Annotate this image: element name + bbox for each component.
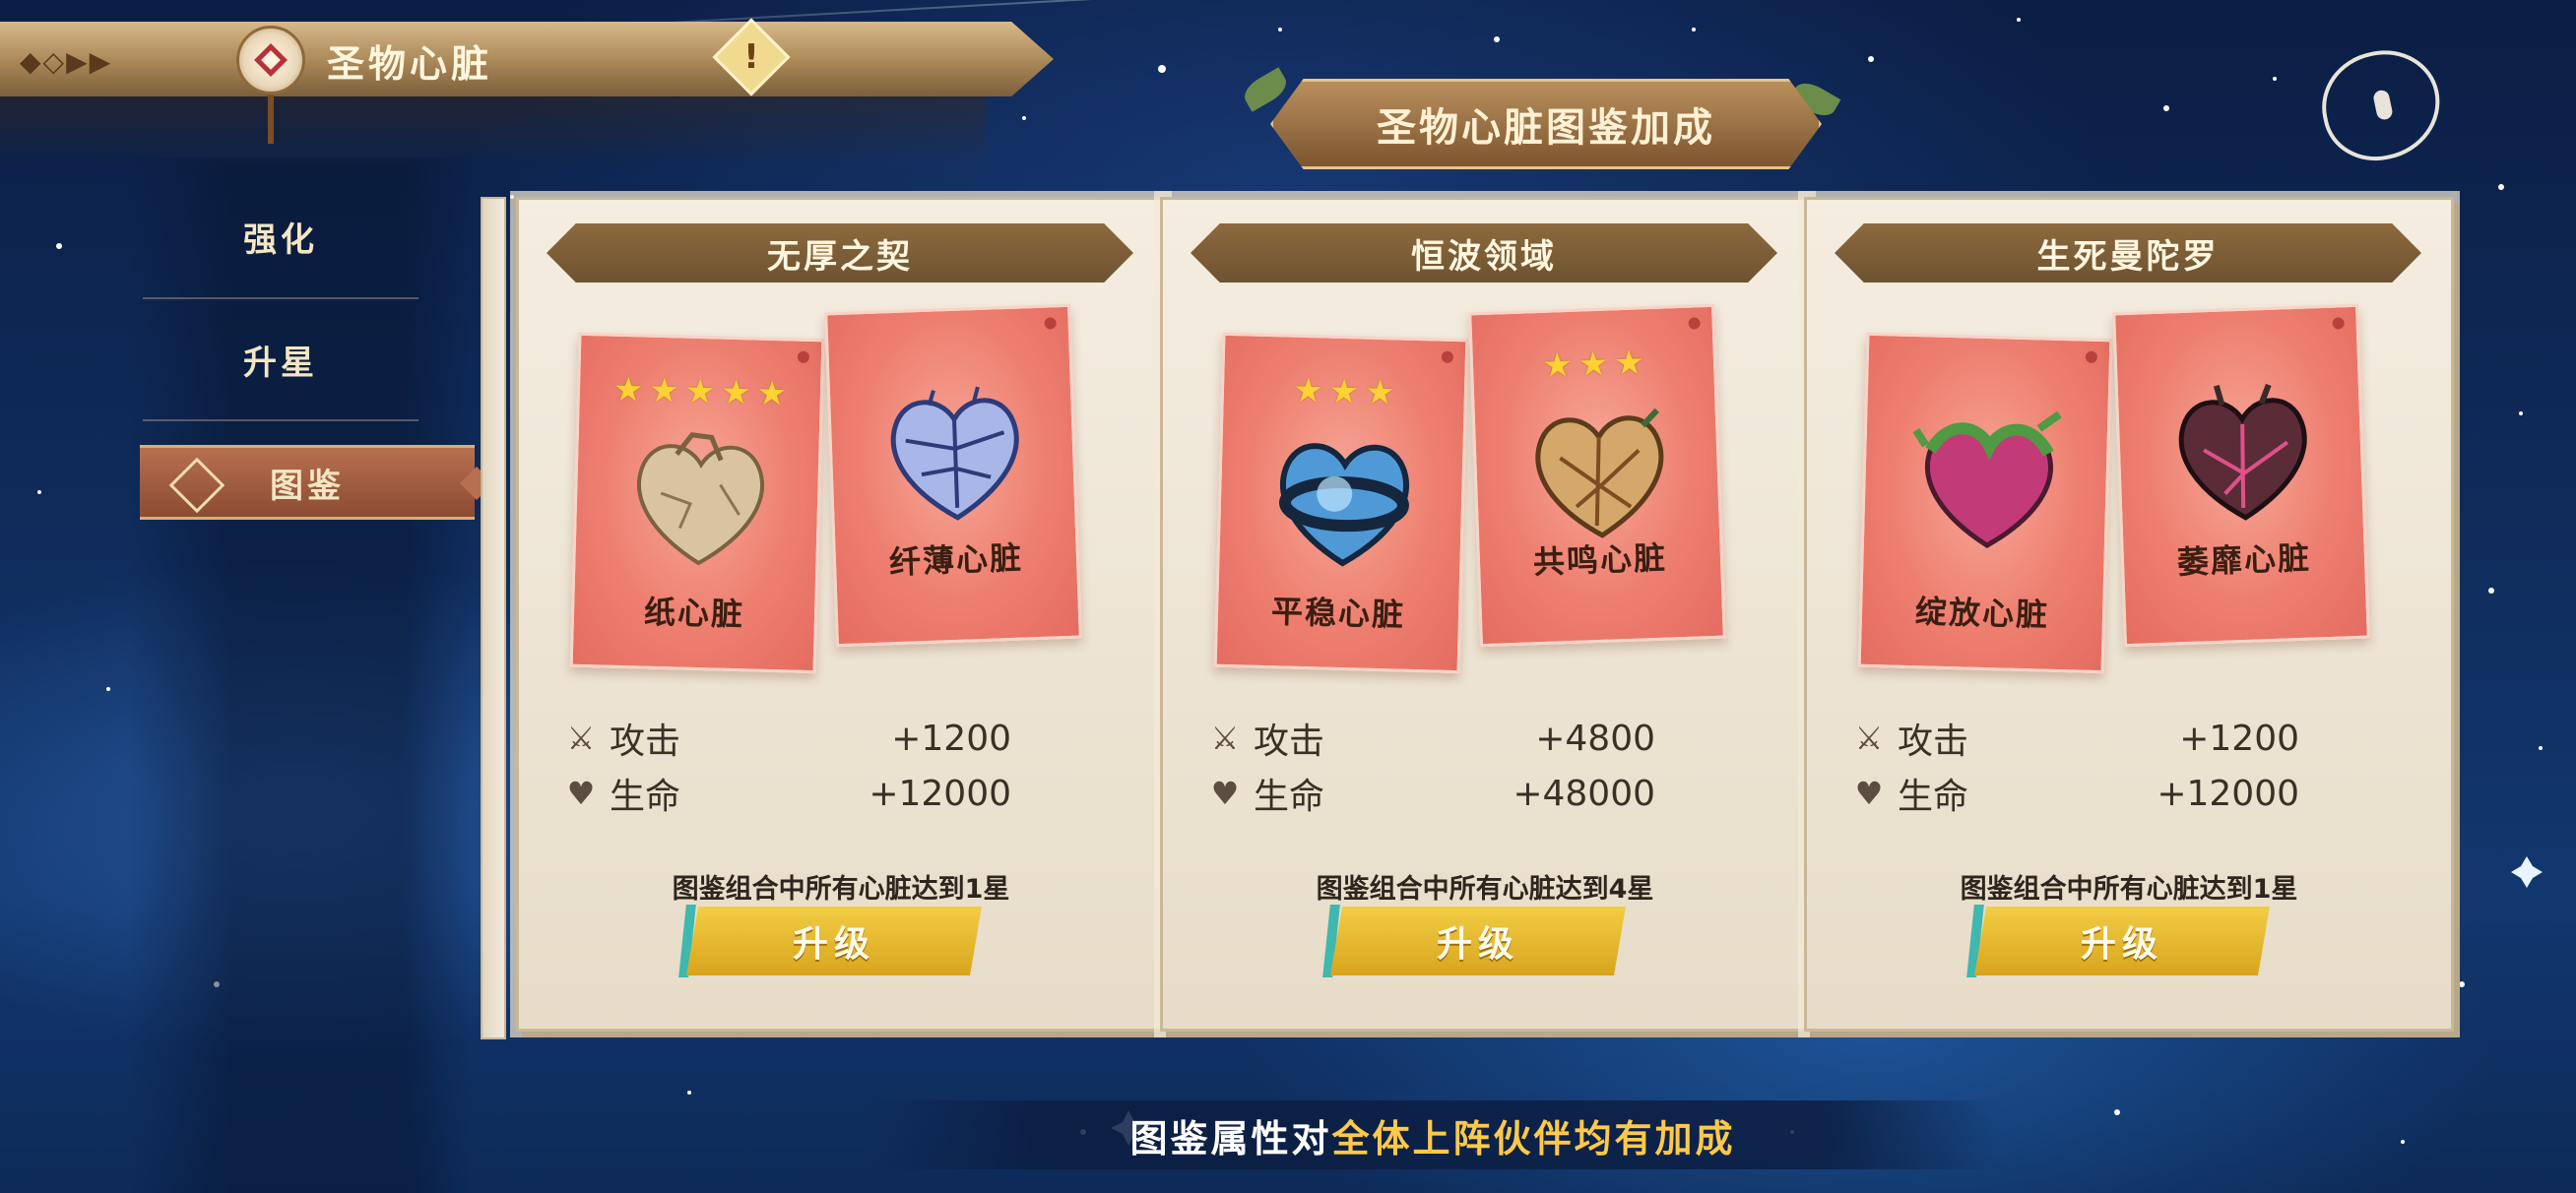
requirement-text: 图鉴组合中所有心脏达到4星 (1316, 874, 1654, 905)
star-rating: ★ ★ ★ (1472, 341, 1713, 388)
paper-heart-icon (637, 432, 764, 566)
sidebar-item-label: 图鉴 (270, 466, 345, 506)
star-icon: ★ (720, 372, 752, 413)
resonance-heart-icon (1535, 408, 1664, 538)
heart-icon: ♥ (1210, 775, 1240, 812)
banner-shadow (0, 89, 985, 167)
heart-card[interactable]: 纤薄心脏 (824, 303, 1082, 648)
sidebar-item-codex[interactable]: 图鉴 (140, 445, 475, 520)
heart-card[interactable]: 绽放心脏 (1857, 332, 2113, 674)
requirement-text: 图鉴组合中所有心脏达到1星 (1960, 874, 2298, 905)
sidebar-divider (143, 419, 419, 421)
heart-name: 纤薄心脏 (888, 538, 1024, 582)
star-icon: ★ (684, 371, 716, 412)
star-icon: ★ (1292, 370, 1324, 411)
codex-card: 无厚之契 ★ ★ ★ ★ ★ 纸心脏 纤薄心脏 ⚔ 攻击 +1200 ♥ 生命 +120… (516, 197, 1166, 1032)
star-rating: ★ ★ ★ (1223, 369, 1464, 414)
stat-overflow (1846, 822, 2417, 844)
codex-card: 生死曼陀罗 绽放心脏 萎靡心脏 ⚔ 攻击 +1200 ♥ 生命 +12000 图… (1804, 197, 2454, 1032)
wither-heart-icon (2178, 383, 2307, 521)
sidebar-item-label: 强化 (243, 220, 318, 260)
tassel-icon (268, 94, 274, 144)
bloom-heart-icon (1912, 410, 2062, 548)
heart-name: 共鸣心脏 (1532, 538, 1668, 582)
sidebar-item-label: 升星 (243, 343, 318, 383)
star-icon: ★ (756, 373, 788, 414)
sidebar-item-star-up[interactable]: 升星 (143, 315, 419, 404)
heart-icon: ♥ (1854, 775, 1884, 812)
heart-card[interactable]: 萎靡心脏 (2112, 303, 2370, 648)
heart-card[interactable]: ★ ★ ★ 共鸣心脏 (1468, 303, 1726, 648)
heart-card[interactable]: ★ ★ ★ ★ ★ 纸心脏 (569, 332, 825, 674)
thin-heart-icon (890, 386, 1019, 521)
heart-icon: ♥ (566, 775, 596, 812)
star-icon: ★ (1578, 344, 1609, 385)
section-title: 圣物心脏图鉴加成 (1377, 105, 1715, 151)
upgrade-button[interactable]: 升级 (686, 907, 982, 975)
stat-overflow (1202, 822, 1773, 844)
pin-icon (1441, 350, 1454, 363)
top-banner: ◆◇▶▶ (0, 22, 1054, 96)
sword-icon: ⚔ (1210, 720, 1240, 757)
footer-text: 图鉴属性对 全体上阵伙伴均有加成 (867, 1100, 1999, 1169)
back-icon[interactable] (2311, 39, 2451, 171)
footer-text-highlight: 全体上阵伙伴均有加成 (1331, 1116, 1736, 1161)
footer-text-part: 图鉴属性对 (1129, 1116, 1332, 1161)
heart-name: 萎靡心脏 (2176, 538, 2312, 582)
upgrade-button[interactable]: 升级 (1330, 907, 1626, 975)
stat-health: ♥ 生命 +48000 (1202, 767, 1773, 820)
sword-icon: ⚔ (566, 720, 596, 757)
stat-health: ♥ 生命 +12000 (1846, 767, 2417, 820)
stat-health: ♥ 生命 +12000 (558, 767, 1129, 820)
sidebar-divider (143, 297, 419, 299)
stat-attack: ⚔ 攻击 +1200 (558, 712, 1129, 765)
heart-name: 绽放心脏 (1914, 593, 2050, 634)
card-title: 恒波领域 (1411, 236, 1557, 277)
requirement-text: 图鉴组合中所有心脏达到1星 (672, 874, 1010, 905)
star-icon: ★ (1328, 371, 1360, 412)
pin-icon (797, 350, 810, 363)
pin-icon (1044, 317, 1057, 330)
heart-name: 纸心脏 (643, 593, 745, 634)
star-icon: ★ (1364, 372, 1396, 413)
emblem-icon (236, 26, 305, 94)
pin-icon (1688, 317, 1701, 330)
upgrade-button[interactable]: 升级 (1974, 907, 2270, 975)
calm-heart-icon (1278, 443, 1409, 567)
heart-card[interactable]: ★ ★ ★ 平稳心脏 (1213, 332, 1469, 674)
star-icon: ★ (648, 370, 680, 411)
pin-icon (2085, 350, 2098, 363)
page-title: 圣物心脏 (327, 42, 493, 86)
heart-name: 平稳心脏 (1270, 593, 1406, 634)
stat-overflow (558, 822, 1129, 844)
star-icon: ★ (1541, 345, 1574, 386)
card-stack-edge (481, 197, 506, 1039)
pin-icon (2332, 317, 2345, 330)
sword-icon: ⚔ (1854, 720, 1884, 757)
sidebar-item-enhance[interactable]: 强化 (143, 192, 419, 281)
stat-attack: ⚔ 攻击 +4800 (1202, 712, 1773, 765)
diamond-icon (168, 457, 225, 514)
codex-card: 恒波领域 ★ ★ ★ 平稳心脏 ★ ★ ★ 共鸣心脏 ⚔ 攻击 +4800 ♥ 生命 +… (1160, 197, 1810, 1032)
card-title: 生死曼陀罗 (2036, 236, 2220, 277)
card-title: 无厚之契 (767, 236, 913, 277)
star-icon: ★ (612, 369, 644, 410)
stat-attack: ⚔ 攻击 +1200 (1846, 712, 2417, 765)
sidebar (128, 157, 473, 1193)
ornament-icon: ◆◇▶▶ (20, 45, 113, 78)
star-icon: ★ (1613, 343, 1645, 384)
star-rating: ★ ★ ★ ★ ★ (579, 369, 820, 414)
